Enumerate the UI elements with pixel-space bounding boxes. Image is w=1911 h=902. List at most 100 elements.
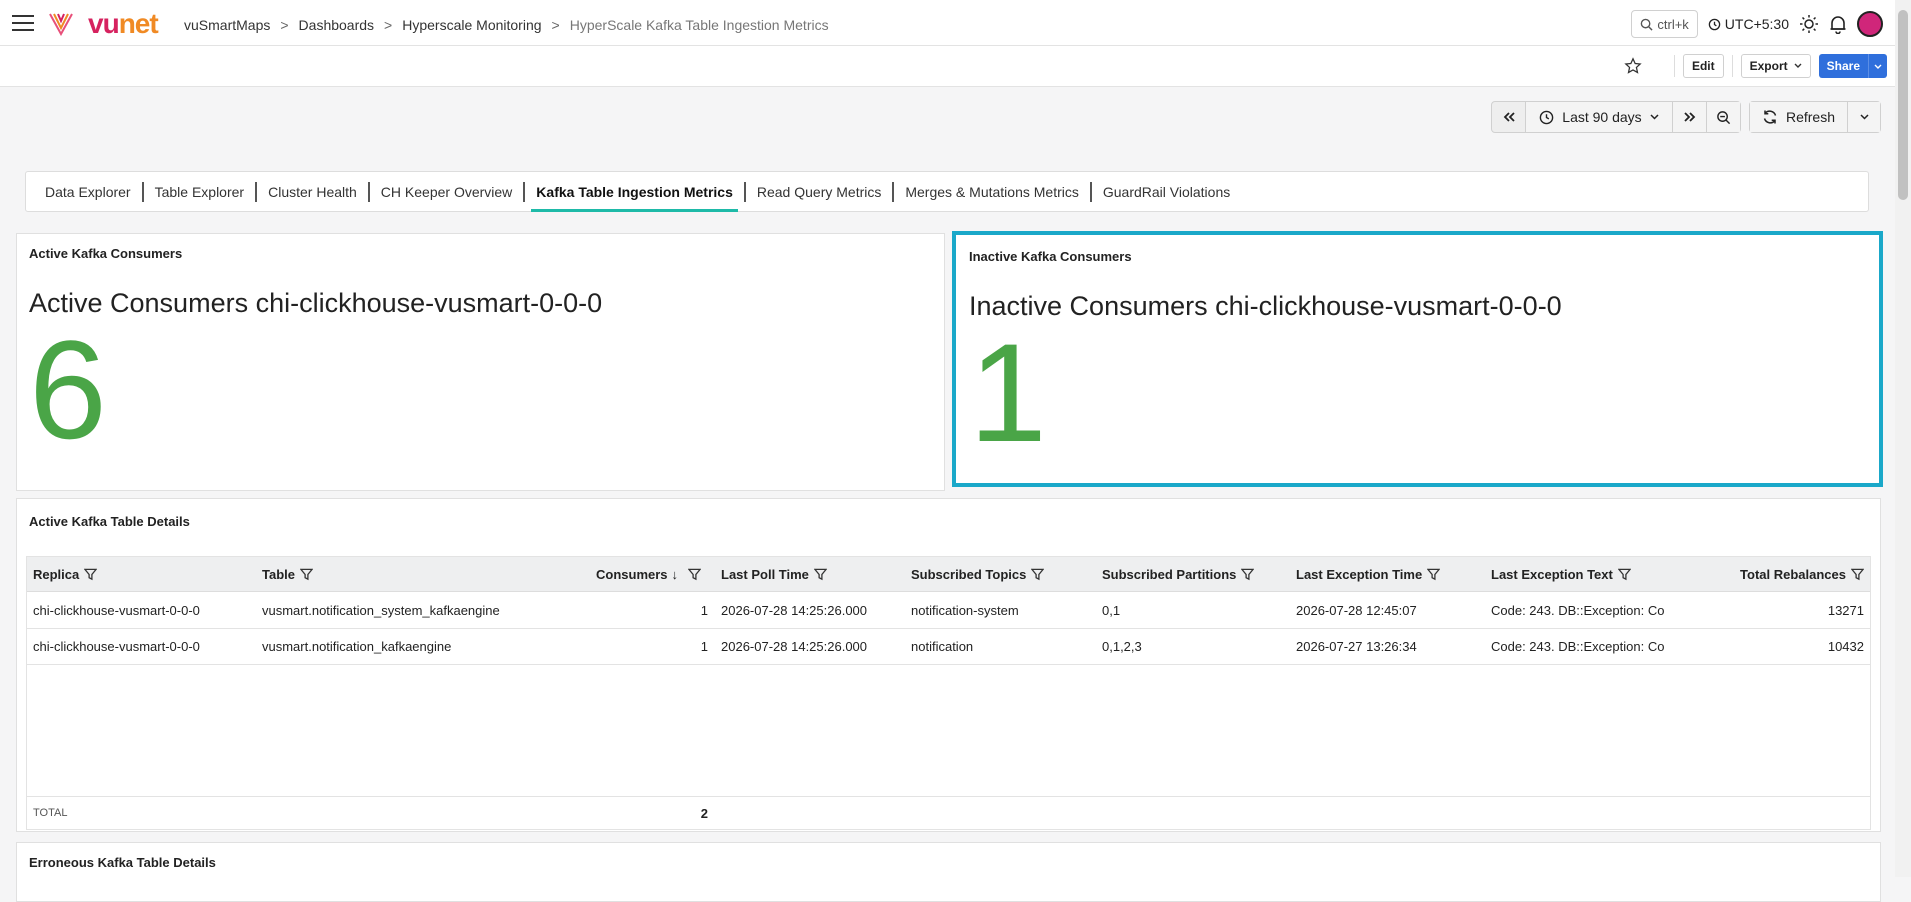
- active-consumers-panel[interactable]: Active Kafka Consumers Active Consumers …: [16, 233, 945, 491]
- breadcrumb-dashboards[interactable]: Dashboards: [299, 17, 375, 33]
- breadcrumb-vusmartmaps[interactable]: vuSmartMaps: [184, 17, 270, 33]
- tab-cluster-health[interactable]: Cluster Health: [257, 171, 368, 212]
- filter-icon[interactable]: [1851, 568, 1864, 581]
- scrollbar-thumb[interactable]: [1898, 10, 1908, 200]
- zoom-out-button[interactable]: [1707, 102, 1740, 132]
- sun-icon[interactable]: [1799, 14, 1819, 34]
- table-row[interactable]: chi-clickhouse-vusmart-0-0-0 vusmart.not…: [27, 628, 1870, 665]
- cell-consumers: 1: [700, 602, 708, 618]
- tab-table-explorer[interactable]: Table Explorer: [144, 171, 256, 212]
- panel-title: Inactive Kafka Consumers: [969, 249, 1132, 264]
- time-controls: Last 90 days Refresh: [1491, 101, 1881, 133]
- avatar[interactable]: [1857, 11, 1883, 37]
- cell-last-exception-text: Code: 243. DB::Exception: Co: [1491, 602, 1665, 618]
- breadcrumb-current: HyperScale Kafka Table Ingestion Metrics: [569, 17, 829, 33]
- search-icon: [1641, 18, 1653, 31]
- breadcrumb-separator: >: [551, 17, 560, 33]
- cell-consumers: 1: [700, 638, 708, 654]
- stat-title: Active Consumers chi-clickhouse-vusmart-…: [29, 288, 603, 318]
- time-range-picker[interactable]: Last 90 days: [1526, 102, 1673, 132]
- refresh-button[interactable]: Refresh: [1750, 102, 1848, 132]
- inactive-consumers-panel[interactable]: Inactive Kafka Consumers Inactive Consum…: [952, 231, 1883, 487]
- cell-table: vusmart.notification_system_kafkaengine: [262, 602, 500, 618]
- column-header-last-exception-text[interactable]: Last Exception Text: [1491, 557, 1631, 591]
- search-button[interactable]: ctrl+k: [1631, 10, 1698, 38]
- cell-subscribed-topics: notification: [911, 638, 974, 654]
- table-header: Replica Table Consumers ↓ Last Poll Time …: [27, 557, 1870, 592]
- top-bar: vunet vuSmartMaps > Dashboards > Hypersc…: [0, 0, 1911, 46]
- dashboard-action-bar: Edit Export Share: [0, 46, 1911, 87]
- breadcrumb: vuSmartMaps > Dashboards > Hyperscale Mo…: [184, 17, 829, 33]
- filter-icon[interactable]: [1241, 568, 1255, 581]
- refresh-label: Refresh: [1785, 109, 1836, 125]
- vunet-logo[interactable]: vunet: [88, 8, 159, 40]
- filter-icon[interactable]: [813, 568, 827, 581]
- column-header-last-poll-time[interactable]: Last Poll Time: [721, 557, 827, 591]
- stat-title: Inactive Consumers chi-clickhouse-vusmar…: [969, 291, 1562, 321]
- refresh-interval-dropdown[interactable]: [1848, 102, 1880, 132]
- cell-total-rebalances: 10432: [1827, 638, 1864, 654]
- time-back-button[interactable]: [1492, 102, 1526, 132]
- column-header-table[interactable]: Table: [262, 557, 313, 591]
- filter-icon[interactable]: [84, 568, 98, 581]
- filter-icon[interactable]: [1617, 568, 1631, 581]
- stat-value: 1: [969, 314, 1047, 471]
- export-button[interactable]: Export: [1740, 54, 1811, 78]
- stat-value: 6: [29, 311, 107, 468]
- time-forward-button[interactable]: [1673, 102, 1707, 132]
- edit-button[interactable]: Edit: [1682, 54, 1724, 78]
- cell-subscribed-partitions: 0,1,2,3: [1102, 638, 1142, 654]
- column-header-total-rebalances[interactable]: Total Rebalances: [1740, 557, 1864, 591]
- cell-last-poll-time: 2026-07-28 14:25:26.000: [721, 638, 868, 654]
- filter-icon[interactable]: [300, 568, 313, 581]
- tab-ch-keeper-overview[interactable]: CH Keeper Overview: [370, 171, 524, 212]
- total-label: TOTAL: [33, 807, 68, 819]
- cell-last-poll-time: 2026-07-28 14:25:26.000: [721, 602, 868, 618]
- star-icon[interactable]: [1624, 57, 1642, 75]
- divider: [1673, 55, 1675, 77]
- filter-icon[interactable]: [1031, 568, 1045, 581]
- table-footer: TOTAL 2: [27, 796, 1870, 829]
- chevron-down-icon: [1874, 64, 1882, 69]
- menu-icon[interactable]: [12, 15, 34, 31]
- breadcrumb-hyperscale-monitoring[interactable]: Hyperscale Monitoring: [402, 17, 541, 33]
- active-kafka-table-panel: Active Kafka Table Details Replica Table…: [16, 498, 1881, 832]
- cell-subscribed-topics: notification-system: [911, 602, 1019, 618]
- sort-desc-icon: ↓: [671, 566, 679, 582]
- timezone-label: UTC+5:30: [1724, 16, 1789, 32]
- breadcrumb-separator: >: [384, 17, 393, 33]
- column-header-consumers[interactable]: Consumers ↓: [596, 557, 702, 591]
- chevron-down-icon: [1859, 114, 1869, 120]
- zoom-out-icon: [1717, 110, 1731, 124]
- time-range-group: Last 90 days: [1491, 101, 1741, 133]
- panel-title: Active Kafka Table Details: [29, 514, 190, 529]
- share-button[interactable]: Share: [1818, 54, 1887, 78]
- erroneous-kafka-table-panel: Erroneous Kafka Table Details: [16, 842, 1881, 902]
- breadcrumb-separator: >: [280, 17, 289, 33]
- column-header-last-exception-time[interactable]: Last Exception Time: [1296, 557, 1441, 591]
- bell-icon[interactable]: [1829, 14, 1847, 34]
- tab-read-query-metrics[interactable]: Read Query Metrics: [746, 171, 892, 212]
- column-header-replica[interactable]: Replica: [33, 557, 98, 591]
- table-row[interactable]: chi-clickhouse-vusmart-0-0-0 vusmart.not…: [27, 592, 1870, 629]
- tab-merges-mutations-metrics[interactable]: Merges & Mutations Metrics: [894, 171, 1090, 212]
- dashboard-tabs: Data Explorer Table Explorer Cluster Hea…: [25, 171, 1869, 212]
- double-chevron-right-icon: [1683, 112, 1695, 122]
- tab-data-explorer[interactable]: Data Explorer: [34, 171, 142, 212]
- tab-kafka-table-ingestion-metrics[interactable]: Kafka Table Ingestion Metrics: [525, 171, 744, 212]
- time-range-label: Last 90 days: [1562, 109, 1642, 125]
- column-header-subscribed-topics[interactable]: Subscribed Topics: [911, 557, 1045, 591]
- refresh-icon: [1763, 110, 1777, 124]
- cell-last-exception-time: 2026-07-28 12:45:07: [1296, 602, 1417, 618]
- share-dropdown[interactable]: [1869, 59, 1887, 73]
- timezone-selector[interactable]: UTC+5:30: [1708, 16, 1789, 32]
- cell-last-exception-text: Code: 243. DB::Exception: Co: [1491, 638, 1665, 654]
- page-scrollbar[interactable]: [1895, 0, 1911, 877]
- column-header-subscribed-partitions[interactable]: Subscribed Partitions: [1102, 557, 1255, 591]
- filter-icon[interactable]: [688, 568, 702, 581]
- filter-icon[interactable]: [1427, 568, 1441, 581]
- share-label: Share: [1819, 54, 1869, 78]
- tab-guardrail-violations[interactable]: GuardRail Violations: [1092, 171, 1241, 212]
- vunet-logo-mark: [49, 13, 73, 36]
- panel-title: Erroneous Kafka Table Details: [29, 855, 216, 870]
